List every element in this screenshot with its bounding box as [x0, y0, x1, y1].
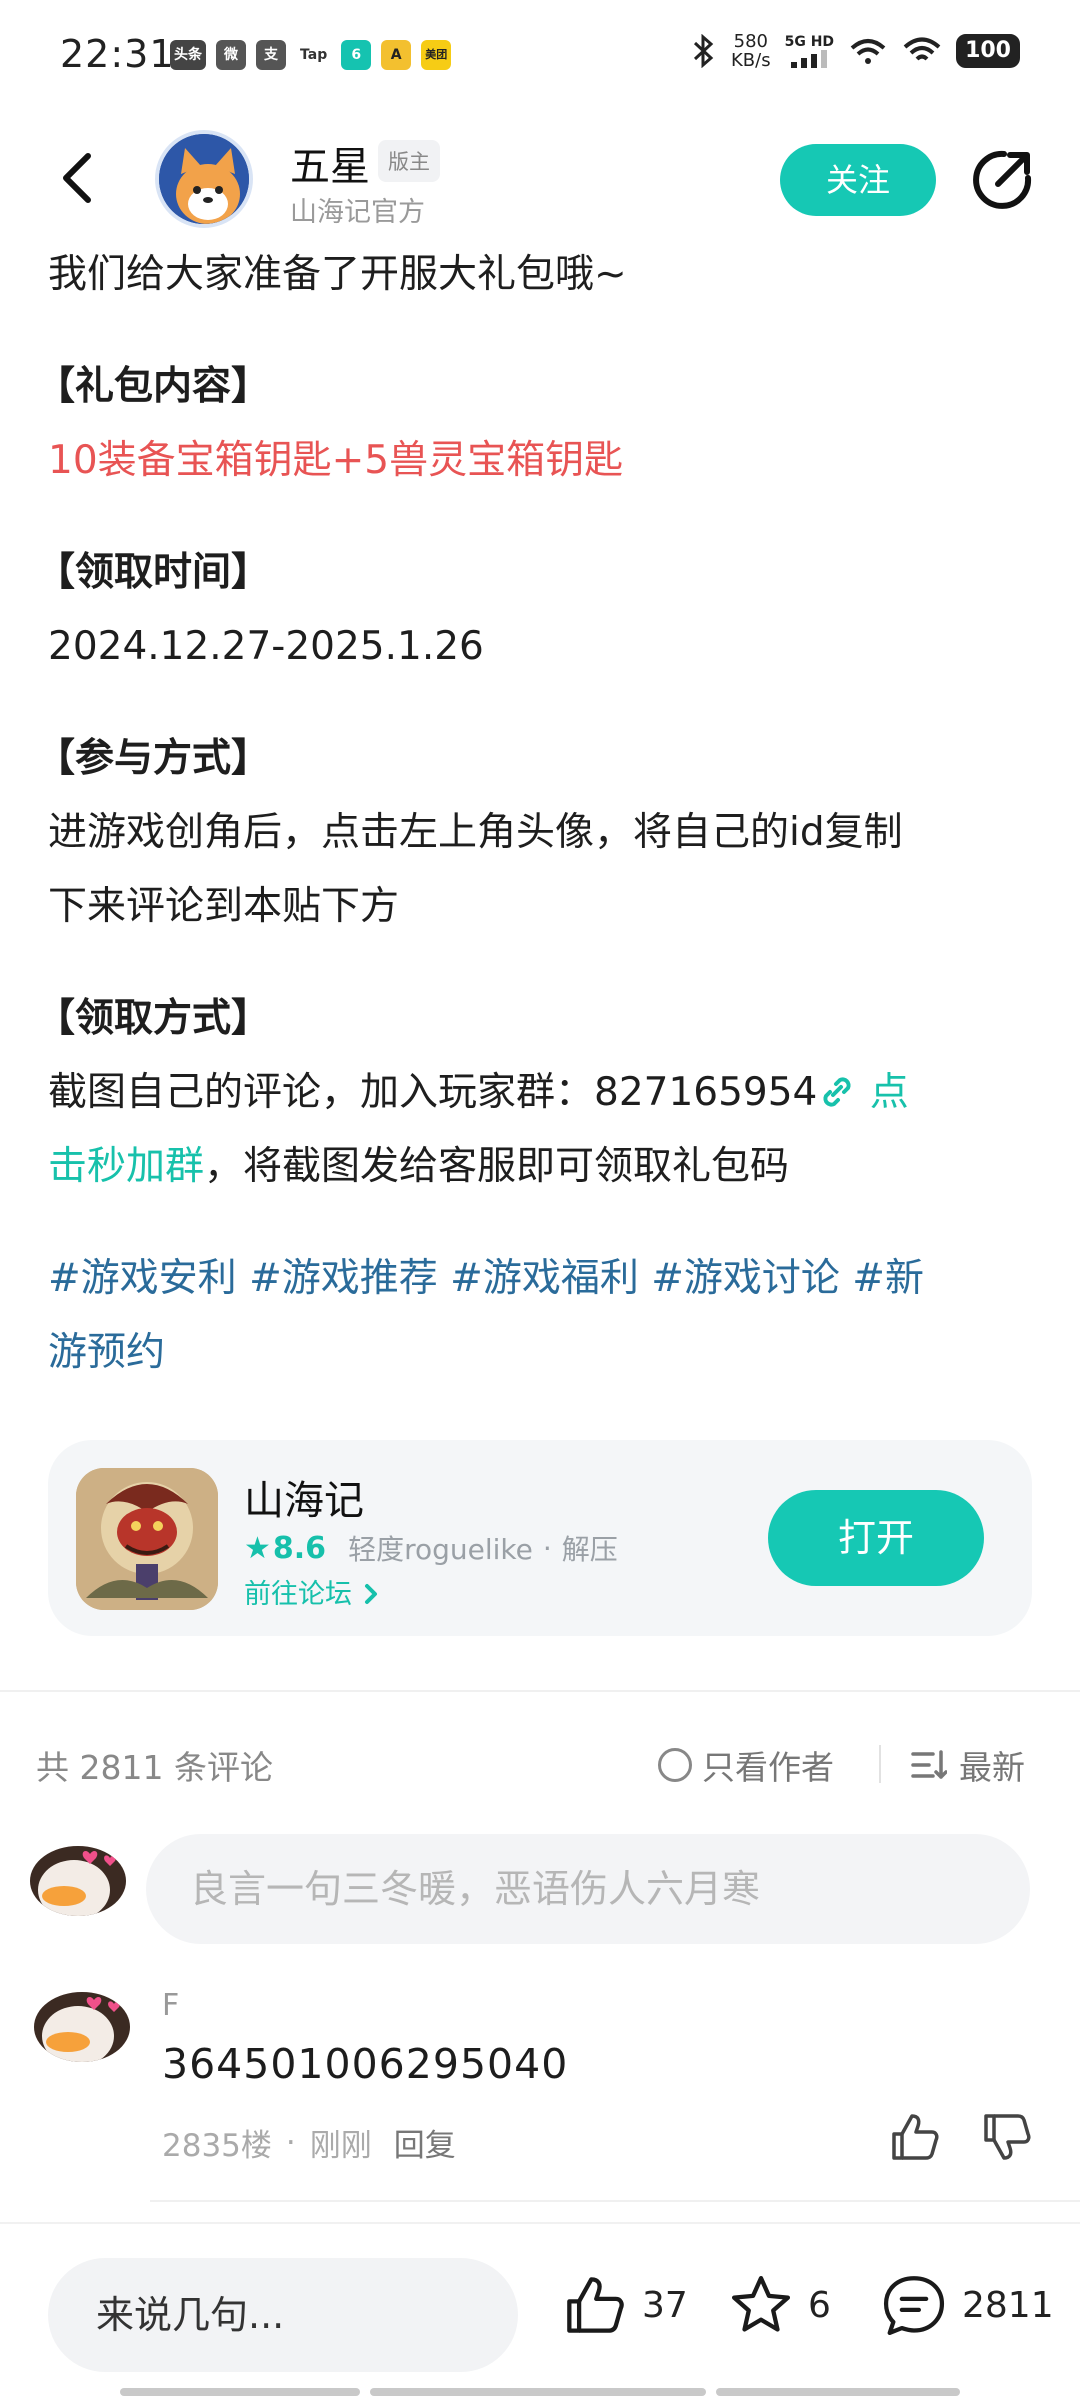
- meituan-app-icon: 美团: [421, 40, 452, 70]
- meta-dot: ·: [285, 2124, 296, 2161]
- comment-meta: 2835楼 · 刚刚 回复: [162, 2120, 456, 2165]
- forum-link[interactable]: 前往论坛: [244, 1572, 381, 1611]
- game-icon: [76, 1468, 218, 1610]
- favorite-button[interactable]: 6: [728, 2272, 831, 2338]
- favorite-star-icon: [731, 2275, 791, 2332]
- commenter-name[interactable]: F: [162, 1988, 179, 2023]
- shiba-avatar-image: [159, 134, 249, 224]
- author-name[interactable]: 五星: [290, 134, 370, 192]
- reply-button[interactable]: 回复: [394, 2120, 456, 2165]
- join-line-2: 下来评论到本贴下方: [48, 884, 400, 929]
- meta-dot: ·: [542, 1531, 552, 1565]
- status-indicators: 580 KB/s 5G HD 100: [691, 32, 1020, 70]
- topic-tags-line-1[interactable]: #游戏安利 #游戏推荐 #游戏福利 #游戏讨论 #新: [48, 1242, 1038, 1316]
- net-speed: 580 KB/s: [731, 31, 771, 71]
- signal-2-icon: [850, 39, 886, 64]
- taptap-app-icon: Tap: [296, 40, 332, 70]
- thumb-down-icon[interactable]: [980, 2110, 1034, 2164]
- game-genre: 轻度roguelike: [348, 1533, 533, 1566]
- user-avatar[interactable]: [30, 1846, 126, 1916]
- star-icon: ★: [244, 1530, 271, 1566]
- bottom-action-bar: 来说几句... 37 6 2811: [0, 2222, 1080, 2400]
- section-divider: [0, 1690, 1080, 1692]
- post-intro: 我们给大家准备了开服大礼包哦~: [48, 252, 627, 297]
- radio-icon: [658, 1748, 692, 1782]
- join-group-link[interactable]: 点: [857, 1070, 909, 1115]
- like-count: 37: [642, 2284, 688, 2326]
- game-name: 山海记: [244, 1478, 364, 1524]
- status-app-icons: 头条 微 支 Tap 6 A 美团: [170, 40, 452, 70]
- thumb-up-icon[interactable]: [888, 2110, 942, 2164]
- status-bar: 22:31 头条 微 支 Tap 6 A 美团 580 KB/s 5G HD 1…: [0, 0, 1080, 118]
- wifi-icon: [903, 37, 941, 61]
- wechat-app-icon: 微: [216, 40, 246, 70]
- claim-rest-text: ，将截图发给客服即可领取礼包码: [204, 1144, 790, 1189]
- commenter-avatar[interactable]: [34, 1992, 130, 2062]
- app-six-icon: 6: [341, 40, 372, 70]
- open-game-button[interactable]: 打开: [768, 1490, 984, 1586]
- toolbar-separator: [879, 1745, 881, 1783]
- post-header: 五星 版主 山海记官方 关注: [0, 118, 1080, 248]
- reply-input[interactable]: 来说几句...: [48, 2258, 518, 2372]
- bluetooth-icon: [693, 34, 714, 68]
- comment-text: 364501006295040: [162, 2040, 569, 2088]
- comment-total: 2811: [962, 2284, 1054, 2326]
- back-arrow-icon[interactable]: [48, 148, 108, 208]
- comment-input[interactable]: 良言一句三冬暖，恶语伤人六月寒: [146, 1834, 1030, 1944]
- game-tag: 解压: [561, 1533, 618, 1566]
- time-content: 2024.12.27-2025.1.26: [48, 624, 484, 669]
- sort-button[interactable]: 最新: [911, 1741, 1025, 1789]
- join-group-link-cont[interactable]: 击秒加群: [48, 1144, 204, 1189]
- join-line-1: 进游戏创角后，点击左上角头像，将自己的id复制: [48, 810, 903, 855]
- battery-indicator: 100: [956, 34, 1020, 68]
- nav-indicator-segment-1: [120, 2388, 360, 2396]
- alipay-app-icon: 支: [256, 40, 286, 70]
- app-face-icon: A: [381, 40, 412, 70]
- game-meta: ★ 8.6 轻度roguelike · 解压: [244, 1528, 618, 1568]
- author-subtitle: 山海记官方: [290, 197, 425, 228]
- comment-floor: 2835楼: [162, 2128, 272, 2164]
- duck-avatar-image: [30, 1846, 126, 1916]
- cell-signal: 5G HD: [785, 34, 834, 68]
- dragon-artwork-image: [76, 1468, 218, 1610]
- time-heading: 【领取时间】: [36, 550, 271, 595]
- comment-time: 刚刚: [309, 2128, 372, 2164]
- comments-button[interactable]: 2811: [880, 2272, 1054, 2338]
- game-rating: 8.6: [272, 1530, 327, 1566]
- claim-text: 截图自己的评论，加入玩家群：827165954: [48, 1070, 818, 1115]
- duck-avatar-image: [34, 1992, 130, 2062]
- comment-icon: [883, 2276, 945, 2336]
- join-heading: 【参与方式】: [36, 736, 271, 781]
- link-icon: [823, 1077, 851, 1107]
- share-icon[interactable]: [970, 148, 1034, 212]
- claim-line-1: 截图自己的评论，加入玩家群：827165954 点: [48, 1056, 1038, 1130]
- nav-indicator-segment-2: [370, 2388, 706, 2396]
- comment-divider: [150, 2200, 1080, 2202]
- nav-indicator-segment-3: [716, 2388, 960, 2396]
- claim-heading: 【领取方式】: [36, 996, 271, 1041]
- author-avatar[interactable]: [155, 130, 253, 228]
- like-icon: [567, 2277, 624, 2333]
- comments-toolbar: 共 2811 条评论 只看作者 最新: [36, 1735, 1036, 1795]
- follow-button[interactable]: 关注: [780, 144, 936, 216]
- claim-line-2: 击秒加群，将截图发给客服即可领取礼包码: [48, 1130, 1038, 1204]
- topic-tags-line-2[interactable]: 游预约: [48, 1316, 1038, 1390]
- chevron-right-icon: [364, 1584, 377, 1604]
- post-body: 我们给大家准备了开服大礼包哦~ 【礼包内容】 10装备宝箱钥匙+5兽灵宝箱钥匙 …: [36, 238, 1038, 1390]
- toutiao-app-icon: 头条: [170, 40, 206, 70]
- status-time: 22:31: [60, 32, 175, 76]
- signal-bars-icon: [791, 50, 828, 68]
- like-button[interactable]: 37: [562, 2272, 688, 2338]
- author-only-toggle[interactable]: 只看作者: [658, 1741, 834, 1789]
- comment-count: 共 2811 条评论: [36, 1748, 273, 1787]
- gift-content: 10装备宝箱钥匙+5兽灵宝箱钥匙: [48, 438, 624, 483]
- game-card[interactable]: 山海记 ★ 8.6 轻度roguelike · 解压 前往论坛 打开: [48, 1440, 1032, 1636]
- sort-icon: [911, 1750, 947, 1779]
- moderator-badge: 版主: [378, 140, 440, 182]
- gift-heading: 【礼包内容】: [36, 364, 271, 409]
- favorite-count: 6: [808, 2284, 831, 2326]
